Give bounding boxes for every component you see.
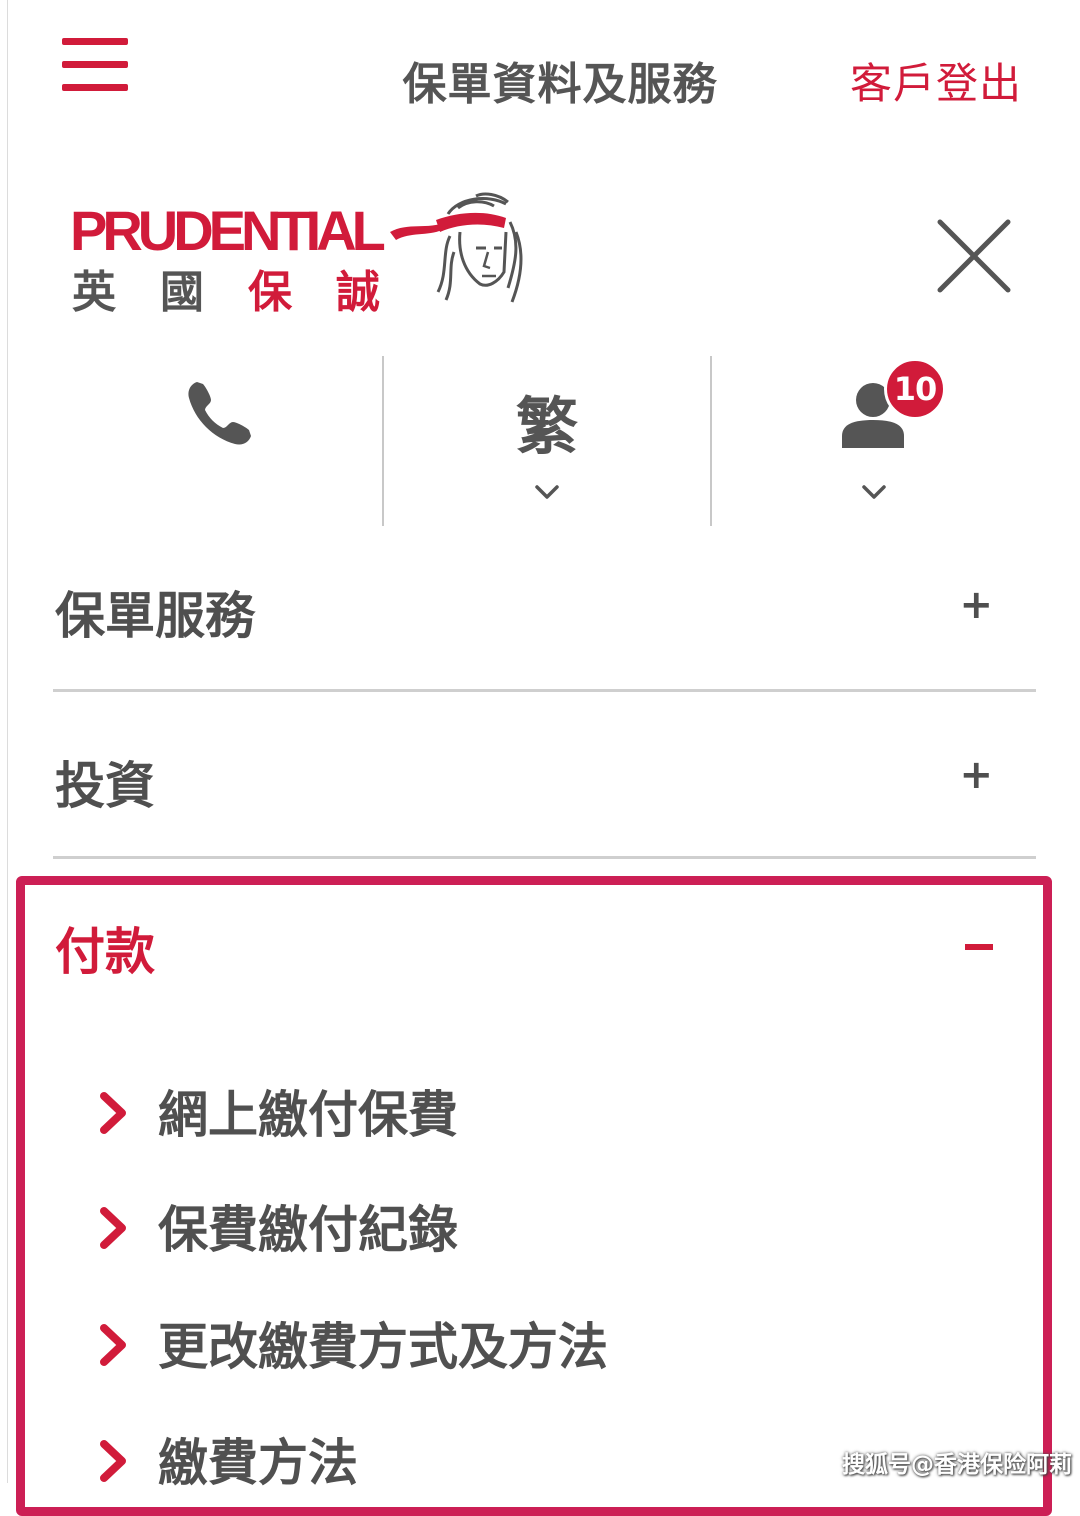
prudence-head-icon xyxy=(390,192,523,303)
page-title: 保單資料及服務 xyxy=(402,59,718,110)
submenu-item-payment-methods[interactable]: 繳費方法 xyxy=(96,1423,896,1503)
divider xyxy=(53,689,1036,692)
chevron-right-icon xyxy=(100,1207,126,1249)
hamburger-menu-icon[interactable] xyxy=(62,38,128,94)
logout-link[interactable]: 客戶登出 xyxy=(850,50,1040,111)
top-bar: 保單資料及服務 客戶登出 xyxy=(0,0,1080,150)
page-edge xyxy=(7,0,8,1483)
language-selector[interactable]: 繁 xyxy=(384,356,710,526)
menu-item-payment[interactable]: 付款 xyxy=(55,906,1035,996)
call-button[interactable] xyxy=(55,356,382,526)
submenu-item-label: 更改繳費方式及方法 xyxy=(158,1318,608,1376)
submenu-item-online-premium-payment[interactable]: 網上繳付保費 xyxy=(96,1075,896,1155)
submenu-item-label: 保費繳付紀錄 xyxy=(158,1201,458,1259)
close-icon[interactable] xyxy=(932,214,1016,298)
chevron-right-icon xyxy=(100,1440,126,1482)
quick-actions-row: 繁 10 xyxy=(55,356,1035,526)
expand-plus-icon[interactable]: + xyxy=(959,582,993,628)
collapse-minus-icon[interactable] xyxy=(965,944,993,950)
expand-plus-icon[interactable]: + xyxy=(959,752,993,798)
submenu-item-label: 網上繳付保費 xyxy=(158,1086,458,1144)
account-menu[interactable]: 10 xyxy=(712,356,1035,526)
logo-char: 保 xyxy=(248,267,336,318)
divider xyxy=(53,856,1036,859)
logo-char: 國 xyxy=(160,267,248,318)
phone-icon xyxy=(188,382,251,445)
chevron-right-icon xyxy=(100,1092,126,1134)
notification-badge[interactable]: 10 xyxy=(884,358,946,420)
submenu-item-change-payment-method[interactable]: 更改繳費方式及方法 xyxy=(96,1307,896,1387)
logo-brand-zh: 英國保誠 xyxy=(72,256,424,320)
menu-item-label: 保單服務 xyxy=(55,587,255,645)
menu-item-investment[interactable]: 投資 + xyxy=(55,740,1035,850)
watermark: 搜狐号@香港保险阿莉 xyxy=(842,1452,1072,1478)
chevron-down-icon xyxy=(535,485,559,499)
menu-item-policy-services[interactable]: 保單服務 + xyxy=(55,570,1035,680)
chevron-down-icon xyxy=(862,485,886,499)
logo-char: 英 xyxy=(72,267,160,318)
submenu-item-payment-history[interactable]: 保費繳付紀錄 xyxy=(96,1190,896,1270)
chevron-right-icon xyxy=(100,1324,126,1366)
menu-item-label: 付款 xyxy=(55,923,155,981)
submenu-item-label: 繳費方法 xyxy=(158,1434,358,1492)
menu-item-label: 投資 xyxy=(55,757,155,815)
prudential-logo[interactable]: PRUDENTIAL 英國保誠 xyxy=(68,188,538,318)
language-label: 繁 xyxy=(515,390,578,463)
logo-brand-en: PRUDENTIAL xyxy=(70,199,386,262)
